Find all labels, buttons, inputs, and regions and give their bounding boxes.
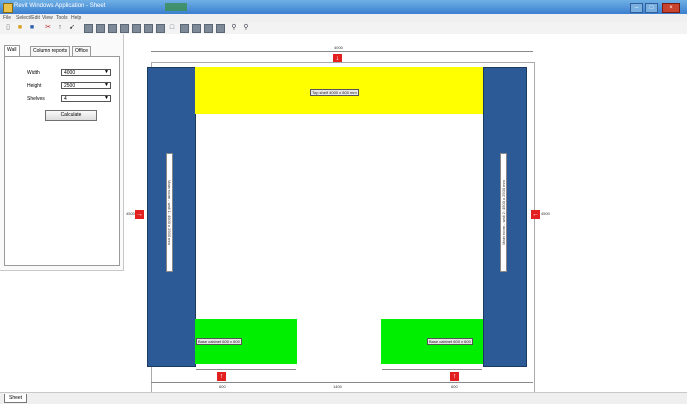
shelves-label: Shelves	[27, 96, 45, 102]
properties-panel: Wall Column reports Office Width 4000 ▼ …	[0, 34, 124, 271]
bottom-right-dim-line	[382, 369, 482, 370]
width-select[interactable]: 4000 ▼	[61, 69, 111, 76]
shelves-value: 4	[64, 96, 67, 102]
tab-wall[interactable]: Wall	[4, 45, 20, 56]
sheet-tab[interactable]: Sheet	[4, 394, 28, 403]
tool-8-icon[interactable]	[180, 24, 189, 33]
tab-office[interactable]: Office	[72, 46, 91, 56]
drawing-canvas[interactable]: 4000 ↓ Main room - wall 1: 4500 x 2500 m…	[124, 34, 687, 402]
tool-1-icon[interactable]	[84, 24, 93, 33]
top-dimension-line	[151, 51, 533, 52]
top-dimension: 4000	[334, 45, 343, 50]
menu-bar: File Select/Edit View Tools Help	[0, 14, 687, 22]
top-shelf-label: Top shelf 4000 x 800 mm	[310, 89, 359, 96]
title-bar: Revit Windows Application - Sheet – □ ×	[0, 0, 687, 14]
tool-6-icon[interactable]	[144, 24, 153, 33]
left-arrow-marker[interactable]: →	[135, 210, 144, 219]
base-cabinet-right-label: Base cabinet 600 x 600	[427, 338, 473, 345]
close-button[interactable]: ×	[662, 3, 680, 13]
left-dimension: 4500	[126, 211, 135, 216]
bottom-left-arrow-marker[interactable]: ↑	[217, 372, 226, 381]
bottom-right-arrow-marker[interactable]: ↑	[450, 372, 459, 381]
chevron-down-icon: ▼	[104, 95, 109, 101]
zoom-out-icon[interactable]: ⚲	[242, 24, 250, 32]
tool-11-icon[interactable]	[216, 24, 225, 33]
frame-icon[interactable]: □	[168, 24, 176, 32]
width-label: Width	[27, 70, 40, 76]
right-arrow-marker[interactable]: ←	[531, 210, 540, 219]
up-arrow-icon[interactable]: ↑	[56, 24, 64, 32]
minimize-button[interactable]: –	[630, 3, 643, 13]
bottom-mid-dimension: 1400	[333, 384, 342, 389]
maximize-button[interactable]: □	[645, 3, 658, 13]
tool-4-icon[interactable]	[120, 24, 129, 33]
tool-9-icon[interactable]	[192, 24, 201, 33]
left-wall-label: Main room - wall 1: 4500 x 2500 mm	[166, 153, 173, 272]
tab-body: Width 4000 ▼ Height 2500 ▼ Shelves 4 ▼ C…	[4, 56, 120, 266]
open-icon[interactable]: ■	[16, 24, 24, 32]
height-select[interactable]: 2500 ▼	[61, 82, 111, 89]
zoom-in-icon[interactable]: ⚲	[230, 24, 238, 32]
taskbar-thumbnail	[165, 3, 187, 11]
chevron-down-icon: ▼	[104, 69, 109, 75]
pointer-icon[interactable]: ➹	[68, 24, 76, 32]
tool-2-icon[interactable]	[96, 24, 105, 33]
tab-column-reports[interactable]: Column reports	[30, 46, 71, 56]
tool-7-icon[interactable]	[156, 24, 165, 33]
height-value: 2500	[64, 83, 76, 89]
width-value: 4000	[64, 70, 76, 76]
tool-10-icon[interactable]	[204, 24, 213, 33]
status-bar: Sheet	[0, 392, 687, 404]
height-label: Height	[27, 83, 42, 89]
app-icon	[3, 3, 13, 13]
chevron-down-icon: ▼	[104, 82, 109, 88]
menu-file[interactable]: File	[3, 15, 11, 21]
window-title: Revit Windows Application - Sheet	[14, 3, 106, 9]
bottom-left-dim-line	[196, 369, 296, 370]
tool-5-icon[interactable]	[132, 24, 141, 33]
bottom-dimension-line	[151, 382, 533, 383]
tool-3-icon[interactable]	[108, 24, 117, 33]
menu-select-edit[interactable]: Select/Edit	[16, 15, 40, 21]
bottom-left-dimension: 600	[219, 384, 226, 389]
menu-help[interactable]: Help	[71, 15, 81, 21]
cut-icon[interactable]: ✂	[44, 24, 52, 32]
calculate-button[interactable]: Calculate	[45, 110, 97, 121]
shelves-select[interactable]: 4 ▼	[61, 95, 111, 102]
save-icon[interactable]: ■	[28, 24, 36, 32]
base-cabinet-left-label: Base cabinet 600 x 600	[196, 338, 242, 345]
menu-view[interactable]: View	[42, 15, 53, 21]
right-dimension: 4500	[541, 211, 550, 216]
bottom-right-dimension: 600	[451, 384, 458, 389]
menu-tools[interactable]: Tools	[56, 15, 68, 21]
right-wall-label: Main room - wall 2: 4500 x 2500 mm	[500, 153, 507, 272]
new-icon[interactable]: ▯	[4, 24, 12, 32]
